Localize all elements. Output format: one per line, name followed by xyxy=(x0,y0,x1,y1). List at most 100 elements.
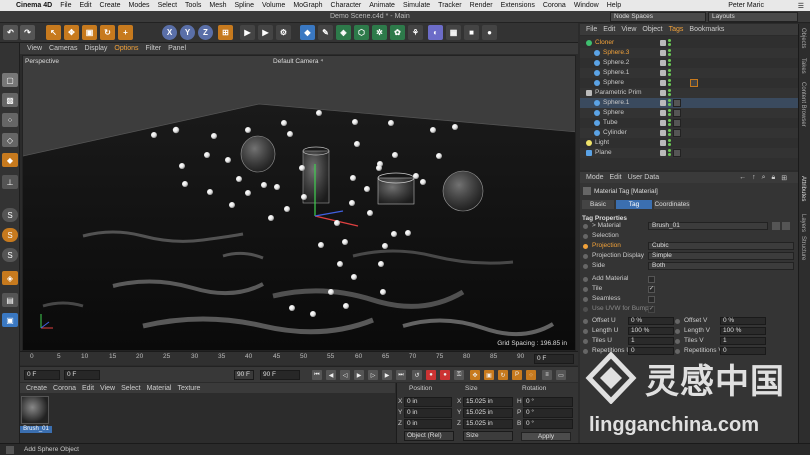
start-frame-field[interactable]: 0 F xyxy=(64,370,100,380)
redo-icon[interactable]: ↷ xyxy=(20,25,35,40)
viewport-camera-label[interactable]: Default Camera ⁴ xyxy=(273,58,323,65)
menu-help[interactable]: Help xyxy=(607,2,621,9)
visibility-toggle[interactable] xyxy=(660,90,666,96)
object-row-sphere[interactable]: Sphere xyxy=(580,78,798,88)
previous-frame-icon[interactable]: ◁ xyxy=(340,370,350,380)
link-clear-icon[interactable] xyxy=(782,222,790,230)
editor-visibility-dot[interactable] xyxy=(668,129,671,132)
add-material-checkbox[interactable] xyxy=(648,276,655,283)
visibility-toggle[interactable] xyxy=(660,70,666,76)
render-settings-icon[interactable]: ⚙ xyxy=(276,25,291,40)
offset-v-field[interactable]: 0 % xyxy=(720,317,766,325)
field-icon[interactable]: ⚘ xyxy=(408,25,423,40)
object-name[interactable]: Cloner xyxy=(595,38,614,48)
end-frame-field[interactable]: 90 F xyxy=(234,370,254,380)
back-arrow-icon[interactable]: ← xyxy=(739,174,746,181)
object-name[interactable]: Cylinder xyxy=(603,128,627,138)
object-menu-file[interactable]: File xyxy=(586,26,597,33)
object-name[interactable]: Sphere.2 xyxy=(603,58,629,68)
new-panel-icon[interactable]: ⊞ xyxy=(781,174,787,182)
key-position-icon[interactable]: ✥ xyxy=(470,370,480,380)
coordinate-system-icon[interactable]: ⊞ xyxy=(218,25,233,40)
tile-checkbox[interactable]: ✓ xyxy=(648,286,655,293)
y-axis-lock[interactable]: Y xyxy=(180,25,195,40)
object-name[interactable]: Parametric Prim xyxy=(595,88,642,98)
editor-visibility-dot[interactable] xyxy=(668,99,671,102)
material-menu-view[interactable]: View xyxy=(100,385,115,392)
autokey-icon[interactable]: ● xyxy=(440,370,450,380)
animate-toggle[interactable] xyxy=(583,287,588,292)
scale-tool-icon[interactable]: ▣ xyxy=(82,25,97,40)
material-menu-corona[interactable]: Corona xyxy=(53,385,76,392)
next-key-icon[interactable]: ▶ xyxy=(382,370,392,380)
object-name[interactable]: Sphere.3 xyxy=(603,48,629,58)
tab-coordinates[interactable]: Coordinates xyxy=(654,200,690,209)
visibility-toggle[interactable] xyxy=(660,130,666,136)
projection-dropdown[interactable]: Cubic xyxy=(648,242,794,250)
menu-modes[interactable]: Modes xyxy=(129,2,150,9)
menu-mograph[interactable]: MoGraph xyxy=(293,2,322,9)
key-rotation-icon[interactable]: ↻ xyxy=(498,370,508,380)
animate-toggle[interactable] xyxy=(675,329,680,334)
next-frame-icon[interactable]: ▷ xyxy=(368,370,378,380)
attr-menu-mode[interactable]: Mode xyxy=(586,174,604,181)
workplane-icon[interactable]: ◈ xyxy=(2,271,18,285)
object-name[interactable]: Sphere xyxy=(603,108,624,118)
menu-create[interactable]: Create xyxy=(100,2,121,9)
projection-display-dropdown[interactable]: Simple xyxy=(648,252,794,260)
tab-layers[interactable]: Layers xyxy=(800,214,806,232)
visibility-toggle[interactable] xyxy=(660,120,666,126)
transform-tool-icon[interactable]: + xyxy=(118,25,133,40)
animate-toggle[interactable] xyxy=(583,319,588,324)
axis-mode-icon[interactable]: ⊥ xyxy=(2,175,18,189)
tab-objects[interactable]: Objects xyxy=(800,28,806,48)
render-visibility-dot[interactable] xyxy=(668,103,671,106)
snap-guide-icon[interactable]: S xyxy=(2,248,18,262)
animate-toggle[interactable] xyxy=(583,329,588,334)
loop-icon[interactable]: ↺ xyxy=(412,370,422,380)
object-row-sphere-prim[interactable]: Sphere xyxy=(580,108,798,118)
size-y-field[interactable]: 15.025 in xyxy=(463,408,513,418)
animate-toggle[interactable] xyxy=(583,254,588,259)
editor-visibility-dot[interactable] xyxy=(668,69,671,72)
editor-visibility-dot[interactable] xyxy=(668,39,671,42)
object-name[interactable]: Tube xyxy=(603,118,618,128)
viewport-menu-options[interactable]: Options xyxy=(114,45,138,52)
record-icon[interactable]: ● xyxy=(426,370,436,380)
animate-toggle[interactable] xyxy=(583,277,588,282)
render-picture-viewer-icon[interactable]: ▶ xyxy=(258,25,273,40)
render-visibility-dot[interactable] xyxy=(668,113,671,116)
effector-icon[interactable]: ✿ xyxy=(390,25,405,40)
menu-tools[interactable]: Tools xyxy=(185,2,201,9)
material-tag-icon[interactable] xyxy=(673,149,681,157)
viewport-perspective-label[interactable]: Perspective xyxy=(25,58,59,65)
solo-icon[interactable]: ▣ xyxy=(2,313,18,327)
object-name[interactable]: Sphere.1 xyxy=(603,68,629,78)
z-axis-lock[interactable]: Z xyxy=(198,25,213,40)
object-row-tube[interactable]: Tube xyxy=(580,118,798,128)
lock-icon[interactable]: 🔒︎ xyxy=(772,174,776,182)
camera-icon[interactable]: ■ xyxy=(464,25,479,40)
current-frame-field[interactable]: 0 F xyxy=(24,370,60,380)
render-visibility-dot[interactable] xyxy=(668,123,671,126)
seamless-checkbox[interactable] xyxy=(648,296,655,303)
environment-icon[interactable]: ◐ xyxy=(428,25,443,40)
material-menu-texture[interactable]: Texture xyxy=(177,385,200,392)
editor-visibility-dot[interactable] xyxy=(668,139,671,142)
tab-takes[interactable]: Takes xyxy=(800,58,806,74)
film-icon[interactable]: ▭ xyxy=(556,370,566,380)
menu-volume[interactable]: Volume xyxy=(262,2,285,9)
object-row-sphere-1[interactable]: Sphere.1 xyxy=(580,68,798,78)
animate-toggle[interactable] xyxy=(675,319,680,324)
side-dropdown[interactable]: Both xyxy=(648,262,794,270)
grid-icon[interactable]: ▦ xyxy=(446,25,461,40)
rot-h-field[interactable]: 0 ° xyxy=(523,397,573,407)
length-v-field[interactable]: 100 % xyxy=(720,327,766,335)
object-menu-edit[interactable]: Edit xyxy=(603,26,615,33)
play-icon[interactable]: ▶ xyxy=(354,370,364,380)
pen-tool-icon[interactable]: ✎ xyxy=(318,25,333,40)
tab-content-browser[interactable]: Content Browser xyxy=(800,82,806,127)
select-tool-icon[interactable]: ↖ xyxy=(46,25,61,40)
editor-visibility-dot[interactable] xyxy=(668,89,671,92)
object-menu-bookmarks[interactable]: Bookmarks xyxy=(689,26,724,33)
